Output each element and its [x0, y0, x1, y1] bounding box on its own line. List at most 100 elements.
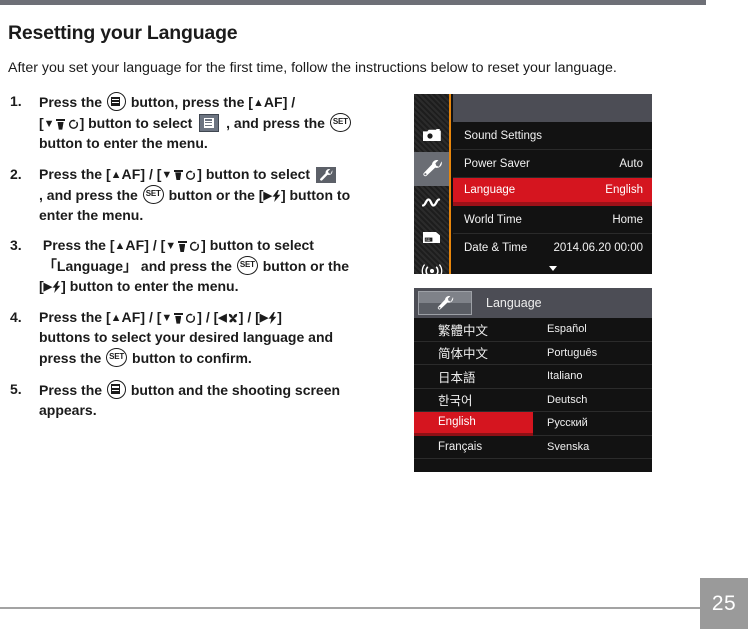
- step2-or: button or the: [168, 186, 255, 203]
- slash: /: [291, 94, 296, 111]
- step-item-4: 4. Press the [▲AF] / [▼] / [◀] / [▶] but…: [8, 308, 400, 369]
- step4-body: buttons to select your desired language …: [39, 328, 334, 345]
- list-item[interactable]: 한국어: [414, 388, 533, 412]
- table-row-selected[interactable]: Language English: [453, 178, 652, 206]
- key-down-delete-timer: [▼]: [156, 165, 202, 182]
- language-header: Language: [414, 288, 652, 318]
- table-row[interactable]: Date & Time 2014.06.20 00:00: [453, 234, 652, 262]
- trash-icon: [173, 313, 183, 324]
- macro-flower-icon: [228, 313, 237, 323]
- list-item[interactable]: Italiano: [533, 365, 652, 389]
- list-item[interactable]: Русский: [533, 412, 652, 436]
- camera-icon: [423, 129, 441, 141]
- flash-icon: [272, 189, 281, 202]
- table-row[interactable]: Sound Settings: [453, 122, 652, 150]
- language-grid: 繁體中文 Español 简体中文 Português 日本語 Italiano…: [414, 318, 652, 459]
- svg-text:SD: SD: [425, 238, 430, 242]
- step1-tail: button to enter the menu.: [39, 134, 208, 151]
- settings-menu-header: [453, 94, 652, 122]
- set-button-icon: SET: [106, 347, 128, 367]
- row-value: 2014.06.20 00:00: [553, 242, 643, 254]
- row-value: Auto: [619, 157, 643, 170]
- language-screenshot: Language 繁體中文 Español 简体中文 Português 日本語…: [414, 288, 652, 472]
- step-item-3: 3. Press the [▲AF] / [▼] button to selec…: [8, 236, 400, 297]
- self-timer-icon: [68, 119, 78, 129]
- step4-press: press the: [39, 349, 102, 366]
- step-number: 4.: [10, 309, 22, 326]
- set-button-icon: SET: [142, 184, 164, 204]
- step5-body: button and the shooting screen: [130, 381, 341, 398]
- menu-button-icon: [106, 379, 126, 399]
- step3-lead: Press the: [42, 237, 106, 254]
- self-timer-icon: [186, 313, 196, 323]
- sidebar-item-custom[interactable]: [414, 186, 449, 220]
- step-text: Press the [▲AF] / [▼] button to select ,…: [39, 165, 351, 223]
- row-label: Sound Settings: [464, 129, 543, 142]
- step-text: Press the [▲AF] / [▼] button to select 「…: [39, 237, 350, 295]
- sidebar-item-camera[interactable]: [414, 118, 449, 152]
- sidebar-item-file[interactable]: SD: [414, 220, 449, 254]
- instructions-column: Resetting your Language After you set yo…: [8, 22, 617, 431]
- wrench-icon: [422, 160, 442, 177]
- table-row[interactable]: Power Saver Auto: [453, 150, 652, 178]
- row-value: Home: [612, 213, 643, 226]
- step-number: 1.: [10, 93, 22, 110]
- list-item[interactable]: 繁體中文: [414, 318, 533, 342]
- step-number: 5.: [10, 380, 22, 397]
- list-item[interactable]: 简体中文: [414, 341, 533, 365]
- wrench-chip-icon: [315, 166, 336, 183]
- key-down-delete-timer: [▼]: [39, 115, 85, 132]
- step1-andpress: , and press the: [226, 115, 325, 132]
- row-value: English: [605, 184, 643, 196]
- step3-select: button to select: [209, 237, 314, 254]
- step2-tail2: enter the menu.: [39, 206, 144, 223]
- page-number: 25: [700, 578, 748, 629]
- list-item[interactable]: Deutsch: [533, 388, 652, 412]
- list-item[interactable]: Español: [533, 318, 652, 342]
- step-item-5: 5. Press the button and the shooting scr…: [8, 379, 400, 421]
- scroll-down-indicator[interactable]: [453, 262, 652, 274]
- settings-menu-screenshot: SD Sound Settings Power Saver Auto Langu…: [414, 94, 652, 278]
- step3-andpress: and press the: [140, 258, 232, 275]
- table-row[interactable]: World Time Home: [453, 206, 652, 234]
- list-item[interactable]: Svenska: [533, 435, 652, 459]
- sidebar-item-wireless[interactable]: [414, 254, 449, 288]
- chevron-down-icon: [548, 265, 557, 271]
- wave-icon: [421, 198, 440, 207]
- list-item[interactable]: 日本語: [414, 365, 533, 389]
- step-number: 3.: [10, 237, 22, 254]
- set-button-icon: SET: [329, 113, 351, 133]
- key-up-af: [▲AF]: [109, 237, 149, 254]
- step1-select: button to select: [88, 115, 193, 132]
- key-right-flash: [▶]: [39, 278, 66, 295]
- step2-select: button to select: [205, 165, 311, 182]
- setup-tab-button[interactable]: [418, 291, 472, 315]
- trash-icon: [177, 241, 187, 252]
- key-up-af: [▲AF]: [105, 309, 146, 326]
- steps-list: 1. Press the button, press the [▲AF] / […: [8, 92, 400, 420]
- step-item-2: 2. Press the [▲AF] / [▼] button to selec…: [8, 165, 400, 226]
- step-number: 2.: [10, 165, 22, 182]
- step5-lead: Press the: [39, 381, 103, 398]
- row-label: World Time: [464, 213, 522, 226]
- step3-or: button or the: [262, 258, 350, 275]
- step4-lead: Press the: [39, 309, 103, 326]
- step2-tail1: button to: [289, 186, 351, 203]
- step2-lead: Press the: [39, 165, 103, 182]
- row-label: Date & Time: [464, 242, 528, 254]
- self-timer-icon: [190, 241, 200, 252]
- list-item[interactable]: Português: [533, 341, 652, 365]
- language-footer: [414, 459, 652, 472]
- set-button-icon: SET: [236, 256, 258, 276]
- settings-menu-body: Sound Settings Power Saver Auto Language…: [453, 94, 652, 274]
- row-label: Language: [464, 184, 516, 196]
- list-item[interactable]: Français: [414, 435, 533, 459]
- list-item-selected[interactable]: English: [414, 412, 533, 436]
- key-right-flash: [▶]: [258, 186, 286, 203]
- language-menu-name: 「Language」: [42, 258, 138, 275]
- page-title: Resetting your Language: [8, 22, 238, 44]
- sidebar-item-setup[interactable]: [414, 152, 449, 186]
- flash-icon: [52, 281, 61, 294]
- key-up-af: [▲AF]: [105, 165, 146, 182]
- flash-icon: [268, 312, 277, 325]
